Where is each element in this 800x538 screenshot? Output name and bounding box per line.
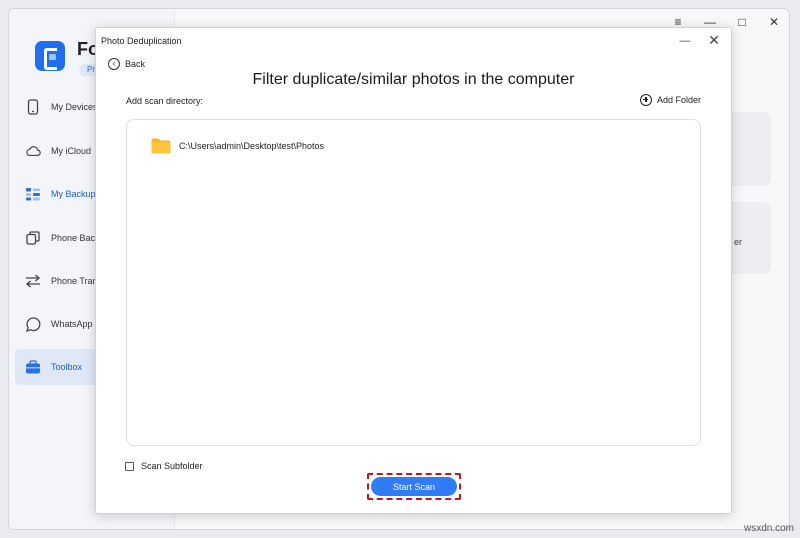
copy-icon xyxy=(25,230,41,246)
checkbox-icon[interactable] xyxy=(125,461,134,471)
scan-directory-label: Add scan directory: xyxy=(126,96,204,106)
sidebar-item-label: My iCloud xyxy=(51,146,92,156)
sidebar-item-label: Toolbox xyxy=(51,362,83,372)
back-button[interactable]: ‹ Back xyxy=(108,58,145,70)
sidebar-item-label: My Backups xyxy=(51,189,101,199)
add-folder-button[interactable]: Add Folder xyxy=(639,94,701,106)
toolbox-icon xyxy=(25,359,41,375)
dialog-title: Photo Deduplication xyxy=(101,36,182,46)
photo-deduplication-dialog: Photo Deduplication — ✕ ‹ Back Filter du… xyxy=(95,27,732,514)
dialog-heading: Filter duplicate/similar photos in the c… xyxy=(252,71,575,88)
directory-item[interactable]: C:\Users\admin\Desktop\test\Photos xyxy=(151,138,324,154)
background-card-text: er xyxy=(734,237,743,247)
dialog-minimize-button[interactable]: — xyxy=(679,35,691,47)
phone-icon xyxy=(25,99,41,115)
watermark: wsxdn.com xyxy=(743,523,794,534)
dialog-close-button[interactable]: ✕ xyxy=(707,32,721,49)
start-scan-button[interactable]: Start Scan xyxy=(371,477,457,496)
scan-subfolder-label: Scan Subfolder xyxy=(141,461,203,471)
backups-icon xyxy=(25,186,41,202)
back-label: Back xyxy=(125,59,146,69)
app-logo-icon xyxy=(35,41,65,71)
close-icon[interactable]: ✕ xyxy=(767,15,781,29)
transfer-icon xyxy=(25,273,41,289)
start-scan-highlight: Start Scan xyxy=(367,473,461,500)
scan-subfolder-checkbox[interactable]: Scan Subfolder xyxy=(125,461,203,471)
folder-icon xyxy=(151,138,171,154)
directory-path: C:\Users\admin\Desktop\test\Photos xyxy=(179,141,325,151)
maximize-icon[interactable]: □ xyxy=(735,15,749,29)
scan-directory-list[interactable]: C:\Users\admin\Desktop\test\Photos xyxy=(126,119,701,446)
cloud-icon xyxy=(25,143,41,159)
add-circle-icon xyxy=(639,94,652,106)
back-arrow-icon: ‹ xyxy=(108,58,120,70)
add-folder-label: Add Folder xyxy=(656,95,701,105)
sidebar-item-label: My Devices xyxy=(51,102,98,112)
whatsapp-icon xyxy=(25,316,41,332)
sidebar-item-label: Phone Back xyxy=(51,233,100,243)
